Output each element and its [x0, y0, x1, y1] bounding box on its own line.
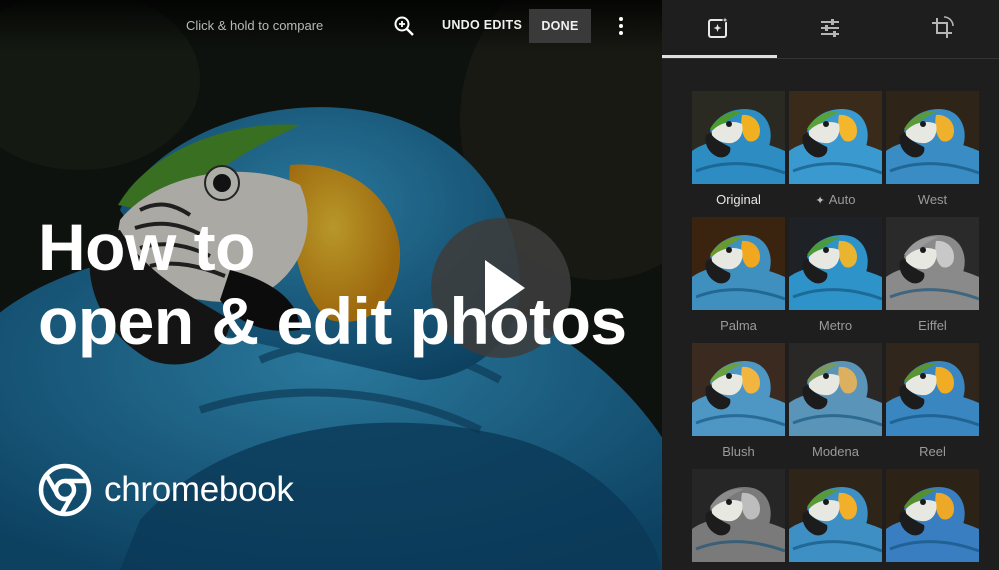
panel-tabs [662, 0, 999, 59]
filter-original[interactable]: Original [692, 91, 785, 217]
undo-edits-button[interactable]: UNDO EDITS [442, 18, 522, 32]
filter-label-wrap: ✦ Auto [789, 192, 882, 207]
selected-tab-indicator [662, 55, 777, 58]
chromebook-brand: chromebook [38, 463, 294, 517]
filter-thumbnail [886, 469, 979, 562]
filter-unlabeled-1[interactable] [692, 469, 785, 570]
filter-thumbnail [886, 343, 979, 436]
filter-thumbnail [692, 469, 785, 562]
tab-crop-rotate[interactable] [886, 0, 998, 58]
filter-label: Metro [818, 318, 853, 333]
filter-blush[interactable]: Blush [692, 343, 785, 469]
video-headline: How to open & edit photos [38, 210, 627, 358]
editor-side-panel: Original ✦ Auto West Palma Metro Eiffel B… [662, 0, 999, 570]
filter-eiffel[interactable]: Eiffel [886, 217, 979, 343]
filter-thumbnail [692, 217, 785, 310]
filter-thumbnail [692, 91, 785, 184]
filter-auto[interactable]: ✦ Auto [789, 91, 882, 217]
filter-label: West [917, 192, 948, 207]
filter-label: Blush [722, 444, 755, 459]
filter-label: Auto [828, 192, 856, 207]
filter-label: Original [716, 192, 761, 207]
filter-metro[interactable]: Metro [789, 217, 882, 343]
filter-reel[interactable]: Reel [886, 343, 979, 469]
filter-thumbnail [789, 469, 882, 562]
tab-filters[interactable] [662, 0, 774, 58]
chrome-logo-icon [38, 463, 92, 517]
photo-stage[interactable]: Click & hold to compare UNDO EDITS DONE … [0, 0, 662, 570]
brand-wordmark: chromebook [104, 470, 294, 509]
filter-thumbnail [886, 91, 979, 184]
filter-thumbnail [789, 343, 882, 436]
zoom-in-icon[interactable] [392, 14, 416, 38]
filter-thumbnail [886, 217, 979, 310]
more-vert-icon[interactable] [609, 14, 633, 38]
compare-hint: Click & hold to compare [186, 18, 324, 33]
filter-west[interactable]: West [886, 91, 979, 217]
done-button[interactable]: DONE [529, 9, 591, 43]
filter-unlabeled-2[interactable] [789, 469, 882, 570]
filter-label: Reel [919, 444, 946, 459]
tab-adjust[interactable] [774, 0, 886, 58]
filter-label: Eiffel [918, 318, 947, 333]
sparkle-icon: ✦ [815, 195, 825, 207]
filter-label: Modena [812, 444, 859, 459]
filter-palma[interactable]: Palma [692, 217, 785, 343]
filter-label: Palma [720, 318, 757, 333]
crop-rotate-icon [932, 16, 954, 38]
filter-unlabeled-3[interactable] [886, 469, 979, 570]
tune-icon [821, 19, 839, 37]
filter-thumbnail [789, 91, 882, 184]
filter-thumbnail [692, 343, 785, 436]
auto-fix-icon [708, 17, 728, 38]
filter-grid: Original ✦ Auto West Palma Metro Eiffel B… [692, 91, 982, 570]
filter-modena[interactable]: Modena [789, 343, 882, 469]
filter-thumbnail [789, 217, 882, 310]
